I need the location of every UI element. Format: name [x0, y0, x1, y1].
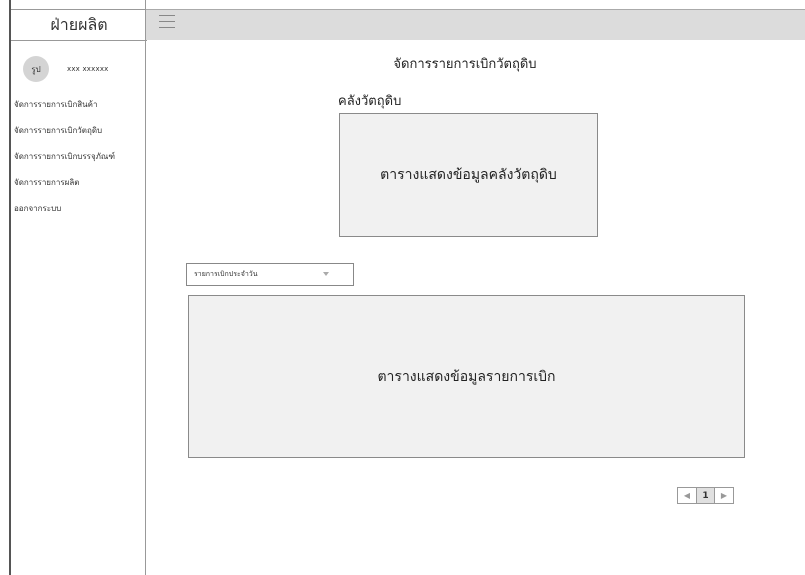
- withdrawal-filter-select[interactable]: รายการเบิกประจำวัน: [186, 263, 354, 286]
- withdrawal-table: ตารางแสดงข้อมูลรายการเบิก: [188, 295, 745, 458]
- sidebar-item-product-withdrawal[interactable]: จัดการรายการเบิกสินค้า: [14, 97, 115, 123]
- sidebar-header: ฝ่ายผลิต: [11, 9, 147, 41]
- sidebar: ฝ่ายผลิต รูป xxx xxxxxx จัดการรายการเบิก…: [9, 0, 147, 575]
- next-page-button[interactable]: ▶: [714, 487, 734, 504]
- page-number-button[interactable]: 1: [696, 487, 715, 504]
- sidebar-menu: จัดการรายการเบิกสินค้า จัดการรายการเบิกว…: [14, 97, 115, 227]
- warehouse-table-placeholder: ตารางแสดงข้อมูลคลังวัตถุดิบ: [380, 167, 557, 183]
- user-name: xxx xxxxxx: [67, 65, 109, 73]
- chevron-down-icon: [323, 272, 329, 276]
- withdrawal-filter-value: รายการเบิกประจำวัน: [194, 270, 258, 278]
- user-profile: รูป xxx xxxxxx: [23, 56, 109, 82]
- sidebar-item-packaging-withdrawal[interactable]: จัดการรายการเบิกบรรจุภัณฑ์: [14, 149, 115, 175]
- sidebar-item-production[interactable]: จัดการรายการผลิต: [14, 175, 115, 201]
- withdrawal-table-placeholder: ตารางแสดงข้อมูลรายการเบิก: [377, 368, 556, 385]
- page-title: จัดการรายการเบิกวัตถุดิบ: [393, 57, 537, 72]
- hamburger-icon[interactable]: [159, 15, 175, 29]
- warehouse-table: ตารางแสดงข้อมูลคลังวัตถุดิบ: [339, 113, 598, 237]
- top-bar: [146, 9, 805, 40]
- pagination: ◀ 1 ▶: [677, 487, 734, 504]
- sidebar-item-raw-material-withdrawal[interactable]: จัดการรายการเบิกวัตถุดิบ: [14, 123, 115, 149]
- sidebar-item-logout[interactable]: ออกจากระบบ: [14, 201, 115, 227]
- avatar[interactable]: รูป: [23, 56, 49, 82]
- warehouse-section-title: คลังวัตถุดิบ: [338, 94, 402, 109]
- prev-page-button[interactable]: ◀: [677, 487, 697, 504]
